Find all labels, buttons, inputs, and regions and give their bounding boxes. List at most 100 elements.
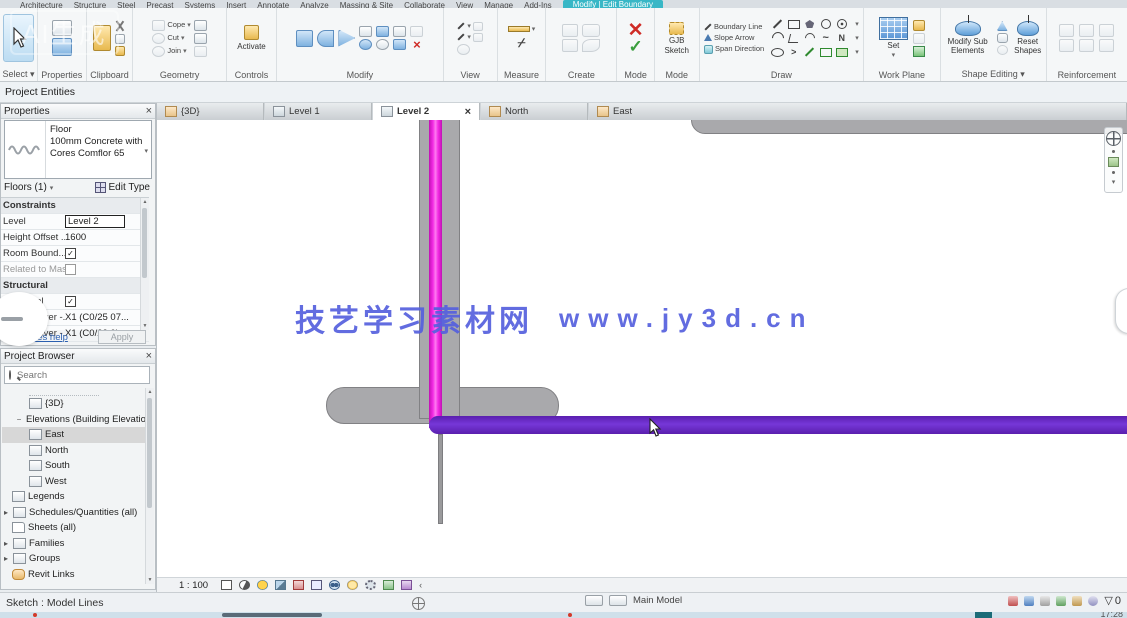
selection-filter-button[interactable]: ▽ 0	[1104, 594, 1121, 607]
span-direction-button[interactable]: Span Direction	[704, 45, 764, 54]
element-filter[interactable]: Floors (1)	[4, 182, 47, 193]
move-icon[interactable]	[359, 26, 372, 37]
draw-circumscribed-icon[interactable]	[834, 18, 849, 31]
analytical-model-icon[interactable]	[383, 580, 394, 590]
fabric-sheet-icon[interactable]	[1079, 39, 1094, 52]
detail-level-icon[interactable]	[221, 580, 232, 590]
apply-button[interactable]: Apply	[98, 330, 146, 344]
properties-close-icon[interactable]: ×	[146, 105, 152, 117]
offset-icon[interactable]	[317, 30, 334, 47]
height-offset-value[interactable]: 1600	[65, 232, 147, 243]
browser-search-box[interactable]	[4, 366, 150, 384]
array-icon[interactable]	[393, 39, 406, 50]
tab-annotate[interactable]: Annotate	[257, 1, 289, 8]
show-work-plane-icon[interactable]	[913, 20, 925, 31]
ref-plane-icon[interactable]	[913, 33, 925, 44]
pick-supports-icon[interactable]	[834, 46, 849, 59]
filter-dropdown-icon[interactable]: ▾	[50, 184, 54, 192]
sun-path-icon[interactable]	[257, 580, 268, 590]
properties-scroll-up-icon[interactable]: ▲	[141, 199, 149, 205]
visual-style-icon[interactable]	[239, 580, 250, 590]
modify-sub-elements-icon[interactable]	[955, 21, 981, 36]
pick-walls-icon[interactable]	[818, 46, 833, 59]
measure-ruler-icon[interactable]	[508, 26, 530, 32]
add-split-line-icon[interactable]	[997, 33, 1008, 43]
tab-modify-edit-boundary[interactable]: Modify | Edit Boundary	[563, 0, 663, 8]
create-solid-icon[interactable]	[562, 39, 578, 52]
panel-label-select[interactable]: Select ▾	[0, 68, 37, 81]
zoom-control-icon[interactable]	[1108, 157, 1119, 167]
join-label[interactable]: Join	[167, 47, 181, 55]
tree-item-west[interactable]: West	[2, 474, 148, 490]
set-dropdown-icon[interactable]: ▾	[892, 51, 896, 59]
schedules-expander-icon[interactable]: ▸	[2, 508, 10, 517]
structural-checkbox[interactable]: ✓	[65, 296, 76, 307]
cut-dropdown-icon[interactable]: ▾	[181, 34, 185, 42]
tree-item-3d[interactable]: {3D}	[2, 396, 148, 412]
angle-dimension-icon[interactable]: ⌿	[518, 35, 526, 51]
scale-button[interactable]: 1 : 100	[179, 580, 208, 591]
selected-boundary-line-horizontal[interactable]	[429, 416, 1127, 434]
view-tab-3d[interactable]: {3D}	[157, 103, 264, 120]
copy-modify-icon[interactable]	[359, 39, 372, 50]
tab-structure[interactable]: Structure	[74, 1, 106, 8]
view-control-more-icon[interactable]: ‹	[419, 580, 422, 590]
worksharing-globe-icon[interactable]	[412, 597, 425, 610]
families-expander-icon[interactable]: ▸	[2, 539, 10, 548]
tab-view[interactable]: View	[456, 1, 473, 8]
draw-dropdown-3[interactable]: ▾	[855, 48, 859, 56]
draw-pick-icon[interactable]: >	[786, 46, 801, 59]
join-geometry-icon[interactable]	[152, 46, 165, 57]
tree-item-legends[interactable]: Legends	[2, 489, 148, 505]
tree-item-schedules[interactable]: ▸ Schedules/Quantities (all)	[2, 505, 148, 521]
displace-icon[interactable]	[473, 33, 483, 42]
cut-label[interactable]: Cut	[167, 34, 179, 42]
displacement-set-icon[interactable]	[401, 580, 412, 590]
tab-architecture[interactable]: Architecture	[20, 1, 63, 8]
add-point-icon[interactable]	[997, 21, 1008, 31]
slope-arrow-button[interactable]: Slope Arrow	[704, 34, 754, 42]
panel-reveal-handle[interactable]	[1115, 288, 1127, 334]
tab-massing-site[interactable]: Massing & Site	[340, 1, 393, 8]
pick-lines-icon[interactable]	[802, 46, 817, 59]
project-browser-close-icon[interactable]: ×	[146, 350, 152, 362]
shadows-icon[interactable]	[275, 580, 286, 590]
draw-partial-ellipse-icon[interactable]: N	[834, 32, 849, 45]
join-dropdown-icon[interactable]: ▾	[183, 47, 187, 55]
tree-item-sheets[interactable]: Sheets (all)	[2, 520, 148, 536]
split-icon[interactable]	[393, 26, 406, 37]
draw-polygon-icon[interactable]	[802, 18, 817, 31]
design-options-icon[interactable]	[609, 595, 627, 606]
select-underlay-icon[interactable]	[1056, 596, 1066, 606]
press-drag-icon[interactable]	[1024, 596, 1034, 606]
trim-icon[interactable]	[376, 39, 389, 50]
sketch-pencil-icon[interactable]	[669, 22, 684, 35]
temporary-view-properties-icon[interactable]	[365, 580, 376, 590]
select-by-face-icon[interactable]	[1088, 596, 1098, 606]
finish-sketch-icon[interactable]: ✓	[628, 39, 642, 54]
show-crop-region-icon[interactable]	[311, 580, 322, 590]
wall-joins-icon[interactable]	[194, 46, 207, 57]
draw-fillet-arc-icon[interactable]	[770, 32, 785, 45]
reveal-hidden-elements-icon[interactable]	[347, 580, 358, 590]
draw-rectangle-icon[interactable]	[786, 18, 801, 31]
create-group-icon[interactable]	[562, 24, 578, 37]
select-pinned-icon[interactable]	[1072, 596, 1082, 606]
demolish-icon[interactable]	[194, 33, 207, 44]
elevations-expander-icon[interactable]: −	[15, 415, 23, 424]
temporary-hide-isolate-icon[interactable]	[329, 580, 340, 590]
paint-icon[interactable]	[194, 20, 207, 31]
editable-only-icon[interactable]	[1008, 596, 1018, 606]
create-assembly-icon[interactable]	[582, 39, 600, 52]
tab-collaborate[interactable]: Collaborate	[404, 1, 445, 8]
tree-item-east[interactable]: East	[2, 427, 148, 443]
prop-row-room-bounding[interactable]: Room Bound... ✓	[1, 246, 149, 262]
cope-icon[interactable]	[152, 20, 165, 31]
model-view[interactable]: 技艺学习素材网 www.jy3d.cn ▾	[157, 120, 1127, 577]
cope-dropdown-icon[interactable]: ▾	[187, 21, 191, 29]
prop-row-height-offset[interactable]: Height Offset ... 1600	[1, 230, 149, 246]
worksets-icon[interactable]	[585, 595, 603, 606]
rebar-coupler-icon[interactable]	[1099, 24, 1114, 37]
view-tab-level1[interactable]: Level 1	[265, 103, 372, 120]
tab-insert[interactable]: Insert	[226, 1, 246, 8]
